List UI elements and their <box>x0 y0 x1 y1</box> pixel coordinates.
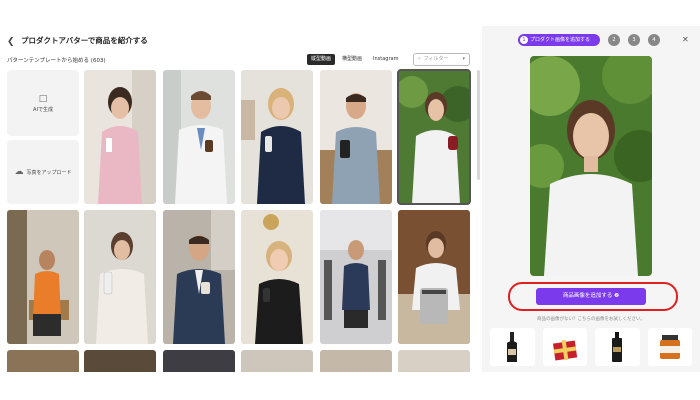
jar-icon <box>659 335 680 359</box>
step-2[interactable]: 2 <box>608 34 620 46</box>
template-thumbnail[interactable] <box>241 350 313 372</box>
sample-product-wine[interactable] <box>490 328 535 366</box>
template-thumbnail[interactable] <box>398 210 470 344</box>
template-thumbnail[interactable] <box>163 210 235 344</box>
template-count-label: パターンテンプレートから始める (603) <box>7 58 106 64</box>
template-thumbnail[interactable] <box>398 350 470 372</box>
wine-bottle-icon <box>507 332 518 362</box>
ai-generate-card[interactable]: □ AIで生成 <box>7 70 79 136</box>
step-1-number: 1 <box>520 36 528 44</box>
toggle-horizontal[interactable]: 横型動画 <box>338 54 367 65</box>
template-thumbnail[interactable] <box>163 70 235 204</box>
pump-bottle-icon <box>612 332 623 362</box>
chevron-left-icon[interactable]: ❮ <box>7 36 19 48</box>
chevron-down-icon: ▾ <box>462 56 465 62</box>
sample-product-jar[interactable] <box>647 328 692 366</box>
app-window: ❮ プロダクトアバターで商品を紹介する パターンテンプレートから始める (603… <box>0 26 700 372</box>
template-thumbnail[interactable] <box>241 70 313 204</box>
sample-product-pump[interactable] <box>595 328 640 366</box>
filter-button[interactable]: ▿ フィルター ▾ <box>413 53 470 66</box>
avatar-preview <box>530 56 652 276</box>
step-3[interactable]: 3 <box>628 34 640 46</box>
format-toggle-group: 縦型動画 横型動画 Instagram <box>307 54 403 65</box>
template-thumbnail[interactable] <box>7 350 79 372</box>
template-thumbnail[interactable] <box>241 210 313 344</box>
page-title: プロダクトアバターで商品を紹介する <box>21 36 148 45</box>
add-product-image-button[interactable]: 商品画像を追加する ❷ <box>536 288 646 305</box>
close-icon[interactable]: ✕ <box>682 35 689 44</box>
template-thumbnail[interactable] <box>163 350 235 372</box>
step-1[interactable]: 1 プロダクト画像を追加する <box>518 34 600 46</box>
toggle-instagram[interactable]: Instagram <box>369 54 403 65</box>
template-thumbnail[interactable] <box>320 70 392 204</box>
toggle-vertical[interactable]: 縦型動画 <box>307 54 336 65</box>
product-panel: 1 プロダクト画像を追加する 2 3 4 ✕ 商品画像を追加する ❷ 商品の画像… <box>482 26 700 372</box>
gift-box-icon <box>552 339 577 361</box>
sample-hint: 商品の画像がない？こちらの画像をお試しください。 <box>537 317 645 322</box>
ai-generate-label: AIで生成 <box>33 106 53 113</box>
upload-photo-label: 写真をアップロード <box>26 169 72 176</box>
upload-photo-card[interactable]: ☁ 写真をアップロード <box>7 140 79 204</box>
template-thumbnail[interactable] <box>84 210 156 344</box>
template-thumbnail[interactable] <box>84 350 156 372</box>
scrollbar[interactable] <box>477 70 480 180</box>
step-4[interactable]: 4 <box>648 34 660 46</box>
template-panel: ❮ プロダクトアバターで商品を紹介する パターンテンプレートから始める (603… <box>0 26 482 372</box>
template-thumbnail[interactable] <box>7 210 79 344</box>
template-thumbnail[interactable] <box>84 70 156 204</box>
ai-generate-icon: □ <box>38 93 48 104</box>
template-thumbnail[interactable] <box>320 350 392 372</box>
sample-product-gift[interactable] <box>542 328 587 366</box>
template-thumbnail-selected[interactable] <box>397 69 471 205</box>
filter-label: フィルター <box>423 56 449 62</box>
cloud-upload-icon: ☁ <box>14 167 24 177</box>
template-thumbnail[interactable] <box>320 210 392 344</box>
sample-products <box>490 328 692 366</box>
step-1-label: プロダクト画像を追加する <box>530 37 591 43</box>
filter-icon: ▿ <box>418 56 421 62</box>
